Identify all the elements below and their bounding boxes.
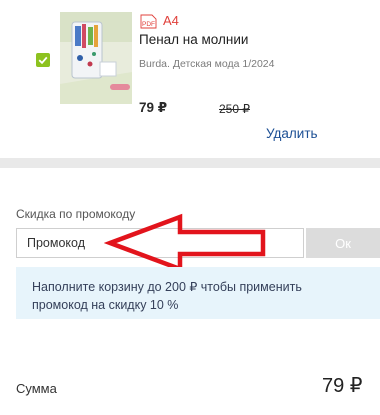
promo-notice-line: промокод на скидку 10 % [32, 298, 179, 312]
svg-text:PDF: PDF [142, 21, 155, 28]
product-price: 79 ₽ [139, 100, 168, 115]
sum-label: Сумма [16, 381, 57, 396]
section-divider [0, 158, 380, 168]
product-image[interactable] [60, 12, 132, 104]
item-select-checkbox[interactable] [36, 53, 50, 67]
checkmark-icon [38, 56, 48, 65]
apply-promo-button[interactable]: Ок [306, 228, 380, 258]
product-title[interactable]: Пенал на молнии [139, 32, 248, 47]
promo-notice-line: Наполните корзину до 200 ₽ чтобы примени… [32, 280, 302, 294]
product-old-price: 250 ₽ [219, 102, 250, 116]
product-source: Burda. Детская мода 1/2024 [139, 58, 275, 70]
sum-total: 79 ₽ [322, 375, 363, 397]
product-format: A4 [163, 13, 179, 28]
delete-item-link[interactable]: Удалить [266, 126, 318, 141]
promo-notice: Наполните корзину до 200 ₽ чтобы примени… [16, 267, 380, 319]
pdf-icon: PDF [140, 14, 157, 29]
annotation-arrow-icon [104, 213, 266, 273]
